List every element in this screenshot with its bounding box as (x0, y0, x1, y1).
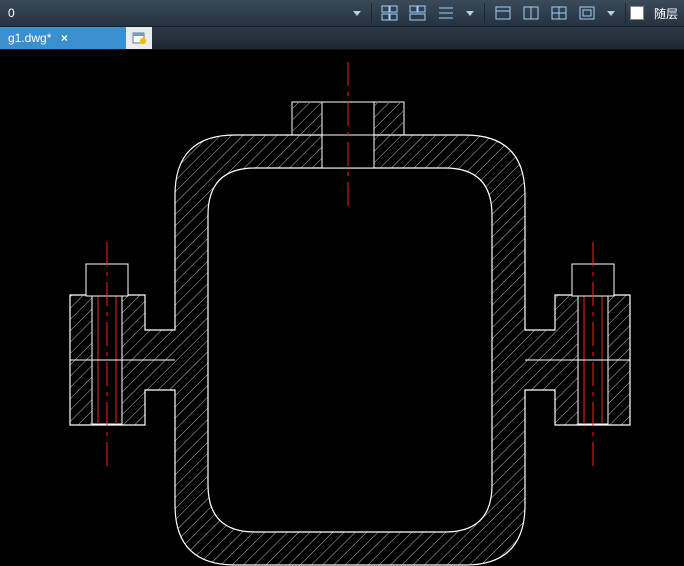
vessel-wall-hatch (70, 135, 630, 565)
top-toolbar: 0 随层 (0, 0, 684, 27)
layer-boxes-2-icon[interactable] (406, 2, 430, 24)
window-max-icon[interactable] (575, 2, 599, 24)
dropdown-arrow-icon-3[interactable] (607, 11, 615, 16)
layer-list-icon[interactable] (434, 2, 458, 24)
top-flange-hatch-left (293, 103, 322, 134)
dropdown-arrow-icon[interactable] (353, 11, 361, 16)
layer-color-swatch[interactable] (630, 6, 644, 20)
dropdown-arrow-icon-2[interactable] (466, 11, 474, 16)
tab-label: g1.dwg* (8, 31, 51, 45)
toolbar-value[interactable]: 0 (0, 6, 66, 20)
tab-active-document[interactable]: g1.dwg* × (0, 27, 126, 49)
layer-name-label[interactable]: 随层 (648, 5, 684, 22)
top-flange-hatch-right (374, 103, 403, 134)
toolbar-divider-2 (484, 3, 485, 23)
drawing-canvas[interactable] (0, 50, 684, 566)
cad-drawing (0, 50, 684, 566)
document-tabstrip: g1.dwg* × (0, 27, 684, 50)
window-grid-icon[interactable] (547, 2, 571, 24)
layer-boxes-1-icon[interactable] (378, 2, 402, 24)
toolbar-divider-1 (371, 3, 372, 23)
close-icon[interactable]: × (57, 31, 71, 45)
toolbar-divider-3 (625, 3, 626, 23)
window-split-icon[interactable] (519, 2, 543, 24)
window-icon-1[interactable] (491, 2, 515, 24)
new-tab-button[interactable] (126, 27, 152, 49)
